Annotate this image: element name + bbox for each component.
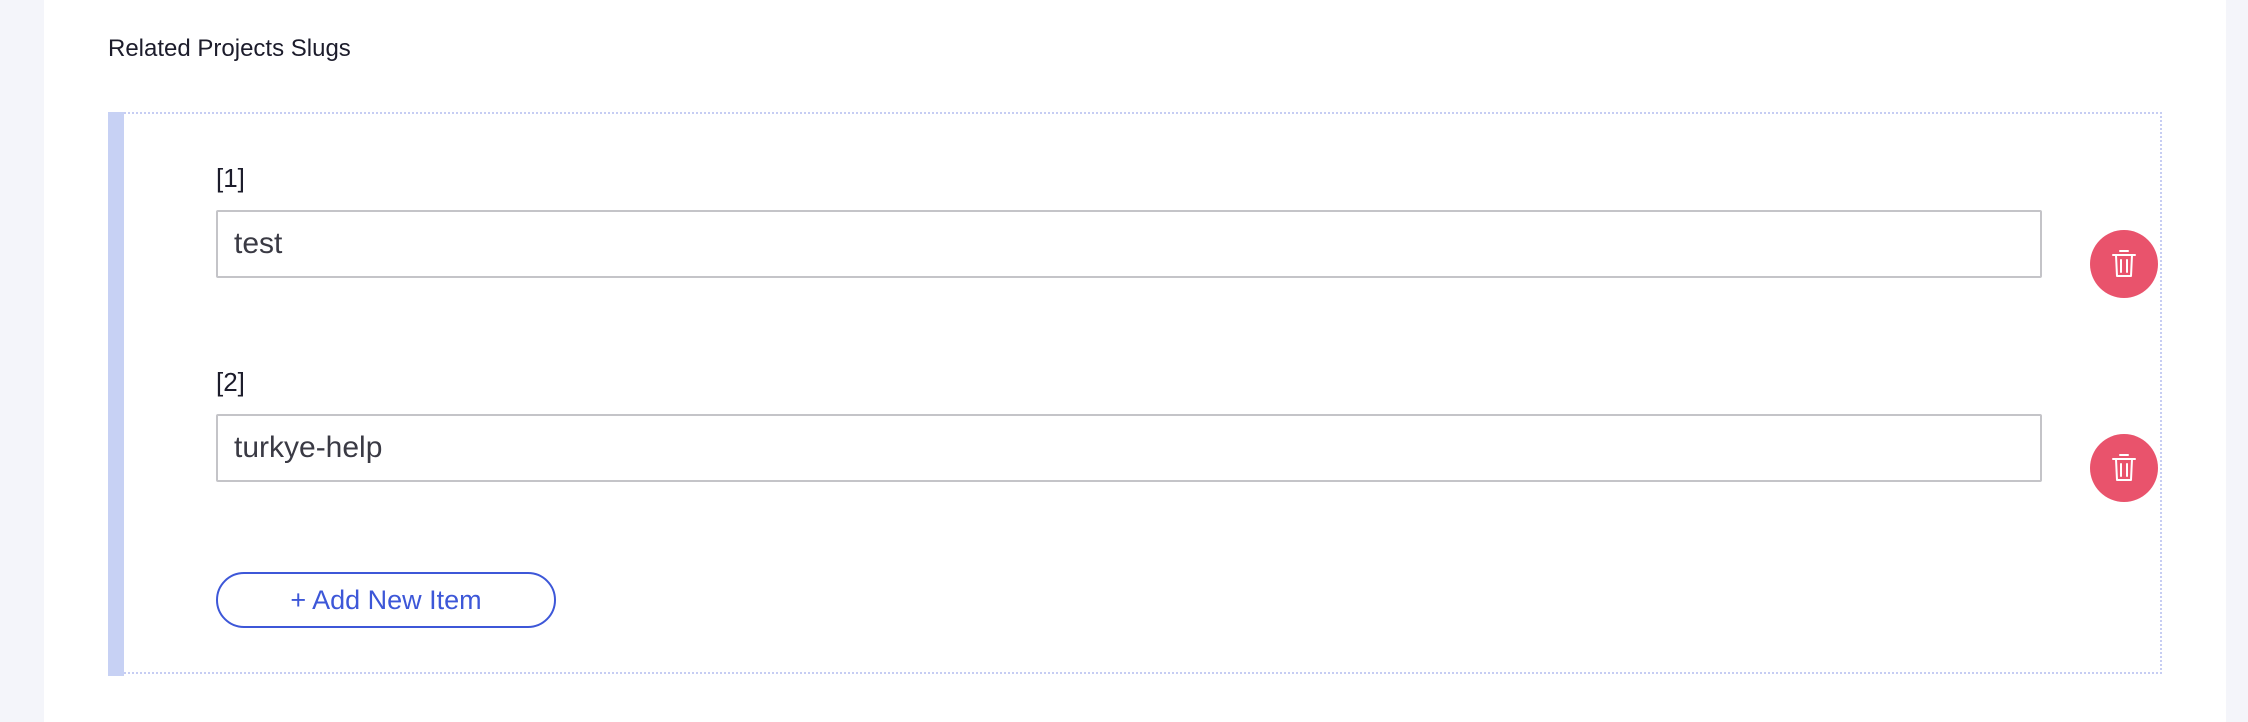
settings-card: Related Projects Slugs [1] [2] bbox=[44, 0, 2226, 722]
delete-item-button[interactable] bbox=[2090, 434, 2158, 502]
delete-item-button[interactable] bbox=[2090, 230, 2158, 298]
item-index-label: [1] bbox=[216, 163, 245, 193]
item-input[interactable] bbox=[216, 210, 2042, 278]
trash-icon bbox=[2112, 454, 2136, 481]
repeater-container: [1] [2] bbox=[108, 112, 2162, 676]
add-new-item-button[interactable]: + Add New Item bbox=[216, 572, 556, 628]
repeater-item: [2] bbox=[110, 318, 2160, 502]
item-index-label: [2] bbox=[216, 367, 245, 397]
field-label: Related Projects Slugs bbox=[108, 35, 351, 62]
trash-icon bbox=[2112, 250, 2136, 277]
repeater-item: [1] bbox=[110, 114, 2160, 298]
item-input[interactable] bbox=[216, 414, 2042, 482]
